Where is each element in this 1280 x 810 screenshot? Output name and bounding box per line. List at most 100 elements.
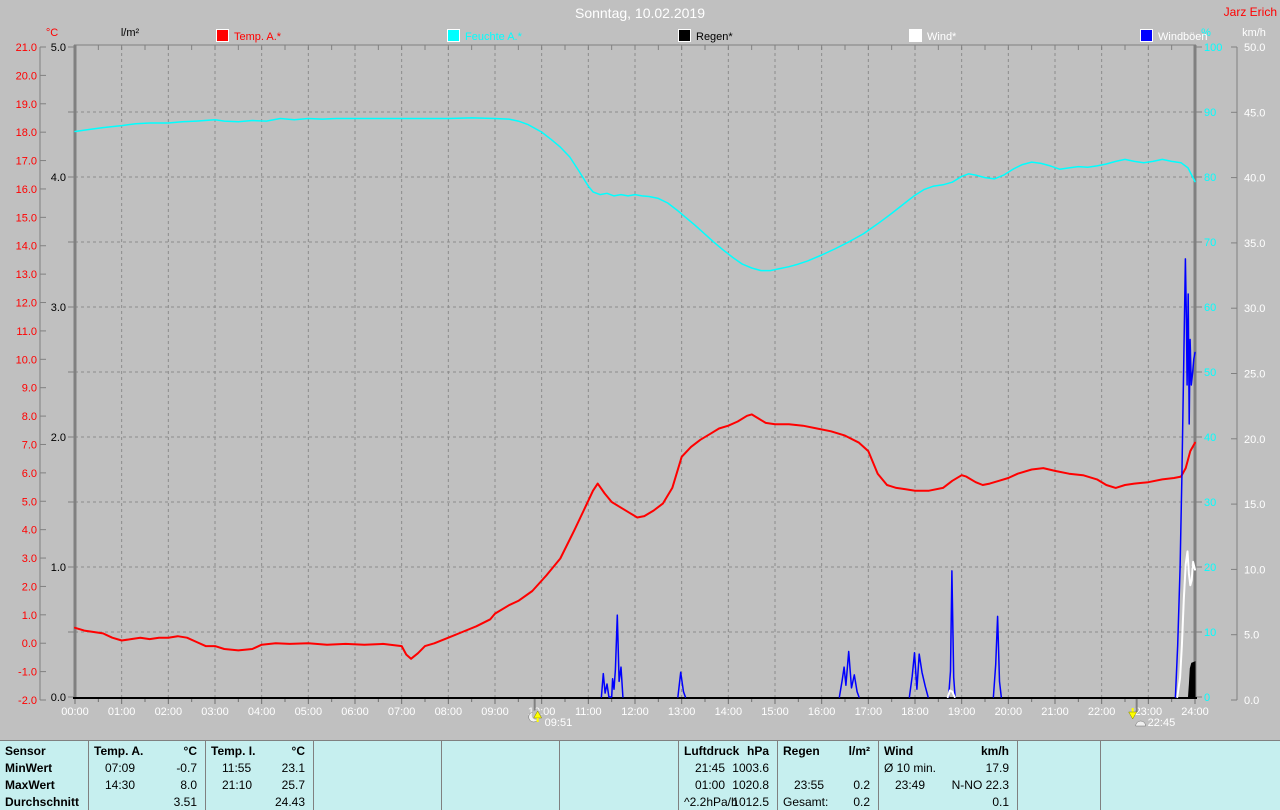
svg-text:10.0: 10.0 <box>16 354 37 366</box>
stats-row: 23:55 0.2 <box>778 777 878 794</box>
svg-text:6.0: 6.0 <box>22 468 37 480</box>
svg-text:40: 40 <box>1204 432 1216 444</box>
x-axis: 00:00 01:00 02:00 03:00 04:00 05:00 06:00 07:00… <box>61 697 1209 718</box>
svg-text:06:00: 06:00 <box>341 706 369 718</box>
svg-text:50: 50 <box>1204 367 1216 379</box>
legend: Temp. A.* Feuchte A.* Regen* Wind* Windböen <box>0 29 1280 45</box>
stats-value: MinWert <box>5 761 53 775</box>
svg-text:0.0: 0.0 <box>22 638 37 650</box>
stats-row: 11:55 23.1 <box>206 760 313 777</box>
stats-row-labels: Sensor MinWert MaxWert Durchschnitt <box>0 741 88 810</box>
svg-text:0: 0 <box>1204 692 1210 704</box>
legend-label: Windböen <box>1158 31 1208 43</box>
temp-axis: 21.020.019.018.017.016.015.014.013.012.0… <box>16 42 46 707</box>
svg-text:07:00: 07:00 <box>388 706 416 718</box>
stats-value: 0.1 <box>992 795 1009 809</box>
stats-row: Sensor <box>0 743 88 760</box>
legend-item-temp-a: Temp. A.* <box>216 29 281 43</box>
svg-text:21:00: 21:00 <box>1041 706 1069 718</box>
stats-value: 1012.5 <box>732 795 769 809</box>
svg-text:25.0: 25.0 <box>1244 369 1265 381</box>
svg-text:10: 10 <box>1204 627 1216 639</box>
stats-row: 21:10 25.7 <box>206 777 313 794</box>
legend-swatch <box>1140 29 1153 42</box>
stats-value: 0.2 <box>853 778 870 792</box>
svg-text:-1.0: -1.0 <box>18 667 37 679</box>
svg-text:19:00: 19:00 <box>948 706 976 718</box>
stats-row: 21:45 1003.6 <box>679 760 777 777</box>
svg-text:18:00: 18:00 <box>901 706 929 718</box>
stats-value: Ø 10 min. <box>884 761 937 775</box>
stats-row: ^2.2hPa/h 1012.5 <box>679 794 777 810</box>
svg-text:14.0: 14.0 <box>16 241 37 253</box>
stats-value: 17.9 <box>985 761 1009 775</box>
legend-swatch <box>909 29 922 42</box>
rain-axis: 5.04.03.02.01.00.0 <box>51 42 75 704</box>
svg-text:7.0: 7.0 <box>22 439 37 451</box>
stats-row: MaxWert <box>0 777 88 794</box>
svg-text:9.0: 9.0 <box>22 383 37 395</box>
stats-value: °C <box>291 744 305 758</box>
stats-col-temp-i: Temp. I. °C 11:55 23.1 21:10 25.7 24.43 <box>205 741 313 810</box>
svg-text:17:00: 17:00 <box>855 706 883 718</box>
svg-text:04:00: 04:00 <box>248 706 276 718</box>
svg-text:20:00: 20:00 <box>995 706 1023 718</box>
svg-text:11:00: 11:00 <box>575 706 602 718</box>
svg-text:10.0: 10.0 <box>1244 564 1265 576</box>
stats-row: Luftdruck hPa <box>679 743 777 760</box>
stats-value: 21:45 <box>695 761 726 775</box>
stats-value: 0.2 <box>853 795 870 809</box>
svg-text:19.0: 19.0 <box>16 99 37 111</box>
svg-text:22:45: 22:45 <box>1148 717 1176 729</box>
stats-value: 23:49 <box>895 778 926 792</box>
svg-text:3.0: 3.0 <box>22 553 37 565</box>
station-name: Jarz Erich <box>1223 5 1277 19</box>
stats-row: 3.51 <box>89 794 205 810</box>
legend-label: Wind* <box>927 31 957 43</box>
stats-value: 01:00 <box>695 778 726 792</box>
stats-value: 14:30 <box>105 778 136 792</box>
svg-text:20.0: 20.0 <box>16 70 37 82</box>
svg-text:00:00: 00:00 <box>61 706 89 718</box>
svg-text:0.0: 0.0 <box>1244 695 1259 707</box>
stats-row <box>778 760 878 777</box>
svg-text:5.0: 5.0 <box>1244 630 1259 642</box>
stats-value: 8.0 <box>180 778 197 792</box>
stats-col-empty <box>441 741 559 810</box>
stats-value: N-NO 22.3 <box>951 778 1009 792</box>
svg-text:30.0: 30.0 <box>1244 303 1265 315</box>
legend-item-regen: Regen* <box>678 29 733 43</box>
stats-value: km/h <box>980 744 1009 758</box>
humidity-axis: 1009080706050403020100 <box>1195 42 1222 704</box>
svg-text:2.0: 2.0 <box>22 581 37 593</box>
legend-swatch <box>447 29 460 42</box>
wind-series <box>946 550 1196 698</box>
stats-row: Temp. I. °C <box>206 743 313 760</box>
svg-text:24:00: 24:00 <box>1181 706 1209 718</box>
svg-text:14:00: 14:00 <box>715 706 743 718</box>
stats-row: Regen l/m² <box>778 743 878 760</box>
svg-text:15:00: 15:00 <box>761 706 789 718</box>
stats-row: 0.1 <box>879 794 1017 810</box>
svg-text:4.0: 4.0 <box>22 525 37 537</box>
stats-row: Wind km/h <box>879 743 1017 760</box>
stats-value: Durchschnitt <box>5 795 80 809</box>
stats-row: MinWert <box>0 760 88 777</box>
stats-value: 23:55 <box>794 778 825 792</box>
stats-value: Luftdruck <box>684 744 740 758</box>
legend-item-wind: Wind* <box>909 29 956 43</box>
svg-text:90: 90 <box>1204 107 1216 119</box>
stats-value: l/m² <box>848 744 870 758</box>
svg-text:02:00: 02:00 <box>155 706 183 718</box>
stats-col-regen: Regen l/m² 23:55 0.2 Gesamt: 0.2 <box>777 741 878 810</box>
stats-value: 1003.6 <box>732 761 769 775</box>
svg-text:-2.0: -2.0 <box>18 695 37 707</box>
weather-chart-svg: 21.020.019.018.017.016.015.014.013.012.0… <box>16 42 1266 729</box>
svg-text:3.0: 3.0 <box>51 302 66 314</box>
stats-row: 23:49 N-NO 22.3 <box>879 777 1017 794</box>
legend-swatch <box>678 29 691 42</box>
svg-text:13.0: 13.0 <box>16 269 37 281</box>
svg-text:5.0: 5.0 <box>22 496 37 508</box>
grid <box>75 47 1195 697</box>
page-title: Sonntag, 10.02.2019 <box>574 5 705 21</box>
